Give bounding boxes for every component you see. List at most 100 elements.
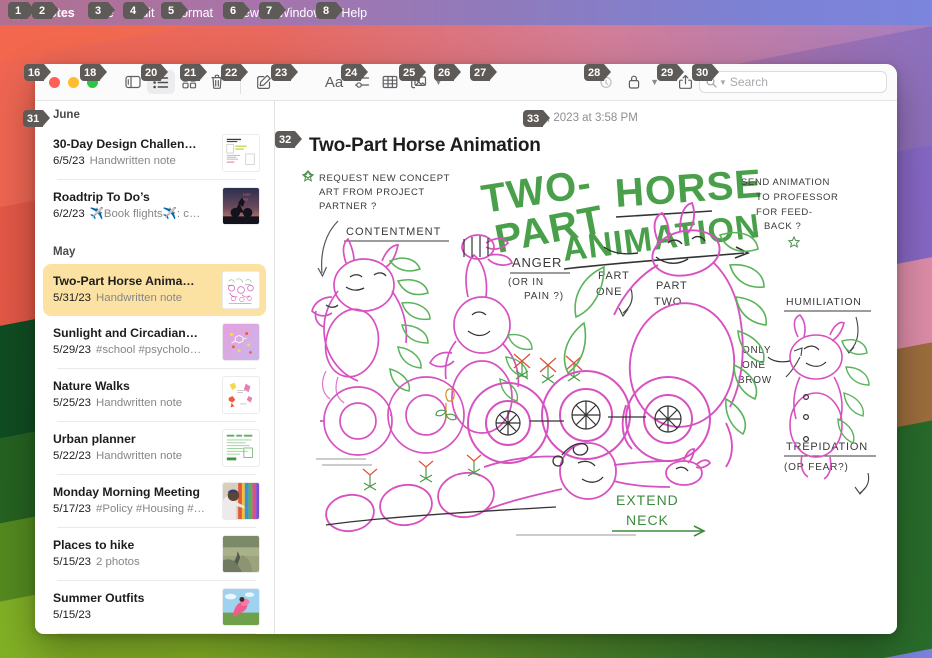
annotation-tag-22: 22: [221, 64, 249, 81]
note-title: 30-Day Design Challen…: [53, 137, 197, 151]
window-body: June 30-Day Design Challen… 6/5/23 Handw…: [35, 101, 897, 634]
svg-text:FOR FEED-: FOR FEED-: [756, 207, 813, 218]
horse-animation-sketch: REQUEST NEW CONCEPT ART FROM PROJECT PAR…: [286, 165, 886, 550]
note-preview: #school #psycholo…: [96, 344, 202, 356]
svg-text:ONE: ONE: [742, 360, 766, 371]
note-thumbnail: [222, 323, 260, 361]
svg-text:PAIN ?): PAIN ?): [524, 291, 564, 302]
annotation-tag-29: 29: [657, 64, 685, 81]
menu-item-help[interactable]: Help: [341, 6, 367, 20]
svg-text:CONTENTMENT: CONTENTMENT: [346, 226, 441, 238]
note-meta: 5/29/23 #school #psycholo…: [53, 343, 214, 358]
annotation-tag-25: 25: [399, 64, 427, 81]
note-title: Nature Walks: [53, 379, 130, 393]
note-date: 5/31/23: [53, 292, 92, 304]
note-meta: 6/2/23 ✈️Book flights✈️: c…: [53, 207, 214, 222]
list-item[interactable]: Places to hike 5/15/23 2 photos: [43, 528, 266, 580]
annotation-tag-3: 3: [88, 2, 115, 19]
note-thumbnail: [222, 588, 260, 626]
note-meta: 5/17/23 #Policy #Housing #…: [53, 502, 214, 517]
note-title: Summer Outfits: [53, 591, 145, 605]
note-preview: Handwritten note: [96, 292, 183, 304]
note-title: Monday Morning Meeting: [53, 485, 200, 499]
annotation-tag-1: 1: [8, 2, 35, 19]
note-date: 5/15/23: [53, 609, 92, 621]
note-preview: Handwritten note: [96, 450, 183, 462]
list-item[interactable]: Urban planner 5/22/23 Handwritten note: [43, 422, 266, 474]
note-thumbnail: [222, 482, 260, 520]
svg-text:NECK: NECK: [626, 512, 669, 528]
note-title: Two-Part Horse Anima…: [53, 274, 195, 288]
svg-text:BACK ?: BACK ?: [764, 221, 801, 232]
svg-text:HUMILIATION: HUMILIATION: [786, 296, 862, 308]
notes-window: Aa ▼ ▼ ▼ Search June 30-Day Design Chall…: [35, 64, 897, 634]
annotation-tag-18: 18: [80, 64, 108, 81]
annotation-tag-2: 2: [32, 2, 59, 19]
svg-text:ANGER: ANGER: [512, 255, 562, 270]
list-item[interactable]: 30-Day Design Challen… 6/5/23 Handwritte…: [43, 127, 266, 179]
note-date: 5/25/23: [53, 397, 92, 409]
search-placeholder: Search: [729, 75, 768, 89]
page-title: Two-Part Horse Animation: [309, 135, 541, 156]
handwritten-drawing-canvas[interactable]: REQUEST NEW CONCEPT ART FROM PROJECT PAR…: [286, 165, 886, 550]
note-meta: 5/15/23: [53, 608, 214, 623]
note-date: 6/5/23: [53, 155, 85, 167]
svg-text:PARTNER ?: PARTNER ?: [319, 201, 377, 212]
svg-text:TREPIDATION: TREPIDATION: [786, 441, 868, 453]
list-item[interactable]: Nature Walks 5/25/23 Handwritten note: [43, 369, 266, 421]
note-thumbnail: [222, 535, 260, 573]
lock-icon[interactable]: [620, 70, 648, 94]
section-header-may: May: [53, 246, 76, 258]
list-item[interactable]: Monday Morning Meeting 5/17/23 #Policy #…: [43, 475, 266, 527]
annotation-tag-31: 31: [23, 110, 51, 127]
annotation-tag-5: 5: [161, 2, 188, 19]
note-meta: 5/31/23 Handwritten note: [53, 291, 214, 306]
note-preview: 2 photos: [96, 556, 140, 568]
minimize-button[interactable]: [68, 76, 79, 88]
note-date: 6/2/23: [53, 208, 85, 220]
note-thumbnail: [222, 429, 260, 467]
note-date: 5/15/23: [53, 556, 92, 568]
annotation-tag-16: 16: [24, 64, 52, 81]
svg-text:road: road: [243, 193, 251, 197]
annotation-tag-4: 4: [123, 2, 150, 19]
note-preview: ✈️Book flights✈️: c…: [89, 208, 201, 220]
annotation-tag-7: 7: [259, 2, 286, 19]
list-item[interactable]: Summer Outfits 5/15/23: [43, 581, 266, 633]
svg-text:EXTEND: EXTEND: [616, 492, 679, 508]
annotation-tag-20: 20: [141, 64, 169, 81]
note-detail-pane[interactable]: 31, 2023 at 3:58 PM Two-Part Horse Anima…: [275, 101, 897, 634]
svg-text:ONLY: ONLY: [742, 345, 771, 356]
note-meta: 6/5/23 Handwritten note: [53, 154, 214, 169]
annotation-tag-21: 21: [180, 64, 208, 81]
note-title: Places to hike: [53, 538, 135, 552]
note-list[interactable]: June 30-Day Design Challen… 6/5/23 Handw…: [35, 101, 275, 634]
list-item[interactable]: Roadtrip To Do’s 6/2/23 ✈️Book flights✈️…: [43, 180, 266, 232]
svg-text:ART FROM PROJECT: ART FROM PROJECT: [319, 187, 425, 198]
note-thumbnail: [222, 376, 260, 414]
svg-text:REQUEST NEW CONCEPT: REQUEST NEW CONCEPT: [319, 173, 450, 184]
section-header-june: June: [53, 109, 80, 121]
search-input[interactable]: ▼ Search: [699, 71, 887, 93]
note-meta: 5/15/23 2 photos: [53, 555, 214, 570]
svg-text:TO PROFESSOR: TO PROFESSOR: [756, 192, 839, 203]
note-date: 5/17/23: [53, 503, 92, 515]
list-item-selected[interactable]: Two-Part Horse Anima… 5/31/23 Handwritte…: [43, 264, 266, 316]
annotation-tag-27: 27: [470, 64, 498, 81]
svg-text:SEND ANIMATION: SEND ANIMATION: [741, 177, 830, 188]
search-chevron-icon[interactable]: ▼: [719, 78, 727, 87]
note-preview: #Policy #Housing #…: [96, 503, 205, 515]
note-preview: Handwritten note: [96, 397, 183, 409]
screen: Notes File Edit Format View Window Help: [0, 0, 932, 658]
annotation-tag-28: 28: [584, 64, 612, 81]
list-item[interactable]: Sunlight and Circadian… 5/29/23 #school …: [43, 316, 266, 368]
note-title: Urban planner: [53, 432, 136, 446]
note-meta: 5/22/23 Handwritten note: [53, 449, 214, 464]
note-thumbnail: [222, 271, 260, 309]
svg-text:(OR IN: (OR IN: [508, 277, 544, 288]
annotation-tag-6: 6: [223, 2, 250, 19]
note-meta: 5/25/23 Handwritten note: [53, 396, 214, 411]
svg-text:trip: trip: [243, 197, 248, 201]
note-thumbnail: [222, 134, 260, 172]
svg-text:(OR FEAR?): (OR FEAR?): [784, 462, 849, 473]
